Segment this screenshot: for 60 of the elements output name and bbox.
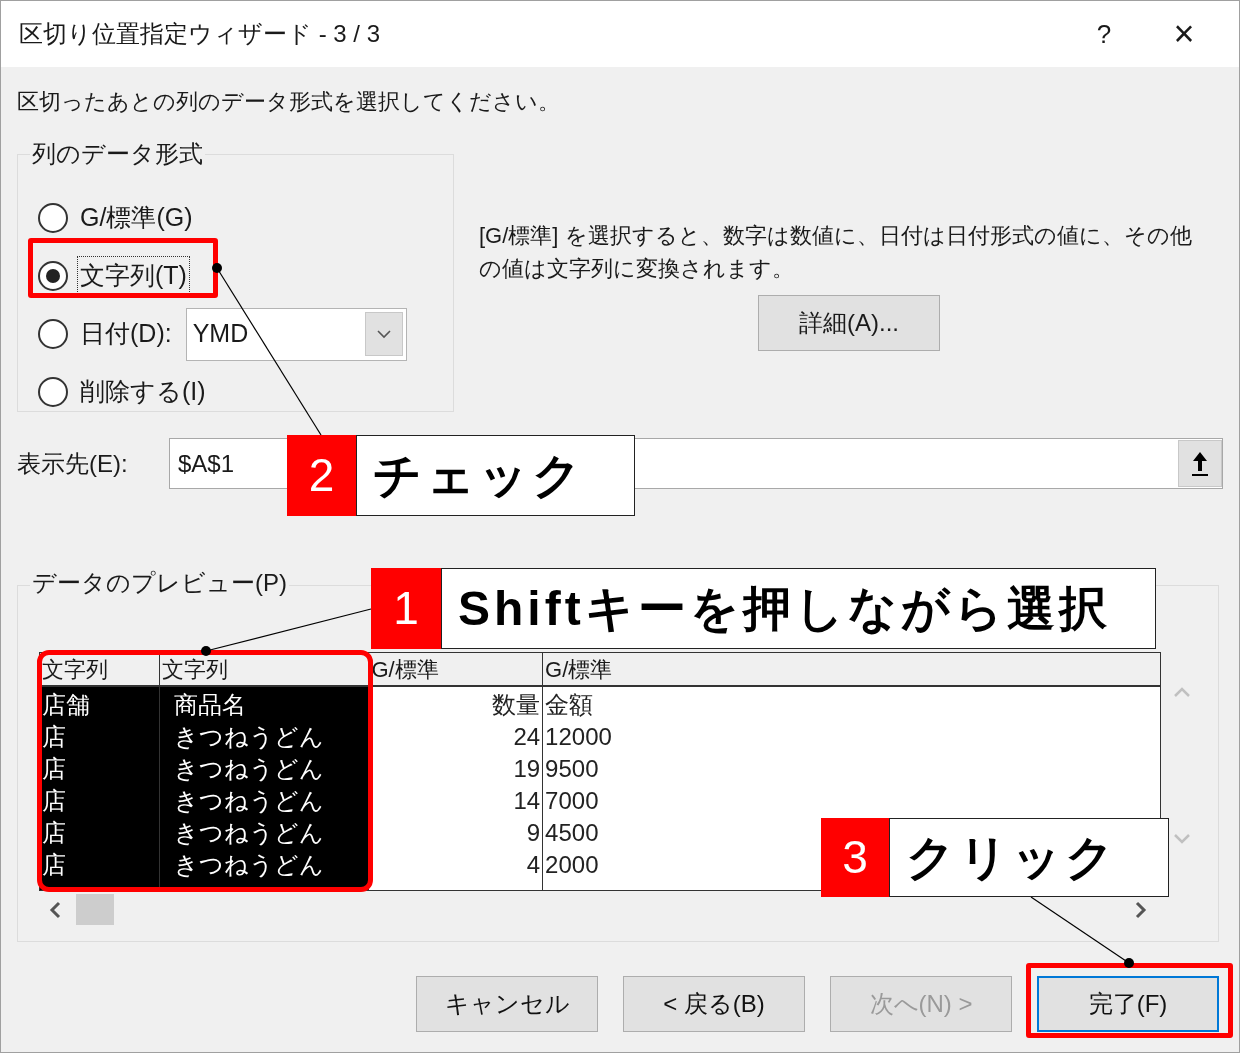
radio-label[interactable]: G/標準(G) (78, 199, 195, 237)
table-cell-text: 店舗 (42, 690, 90, 720)
dialog-button[interactable]: キャンセル (416, 976, 598, 1032)
scroll-right-icon[interactable] (1134, 900, 1148, 919)
table-cell-text: 9 (526, 818, 541, 848)
table-cell-text: 12000 (545, 722, 612, 752)
column-format-header[interactable]: 文字列 (40, 653, 159, 687)
window-title: 区切り位置指定ウィザード - 3 / 3 (19, 19, 382, 49)
table-cell-text: 7000 (545, 786, 599, 816)
dialog-button[interactable]: < 戻る(B) (623, 976, 805, 1032)
table-cell-text: 店 (42, 850, 66, 880)
column-format-header[interactable]: G/標準 (369, 653, 543, 687)
table-cell-text: きつねうどん (173, 722, 324, 752)
radio-button[interactable] (38, 377, 68, 407)
selected-column[interactable]: 店舗 店 店 店 店 店 (40, 687, 159, 890)
table-cell-text: きつねうどん (173, 786, 324, 816)
selected-column[interactable]: 商品名 きつねうどん きつねうどん きつねうどん きつねうどん きつねうどん (159, 687, 369, 890)
collapse-dialog-button[interactable] (1178, 440, 1222, 487)
close-button[interactable]: × (1159, 7, 1209, 61)
table-cell-text: 14 (513, 786, 541, 816)
radio-label[interactable]: 文字列(T) (78, 257, 189, 295)
dropdown-value: YMD (191, 318, 250, 350)
table-cell-text: 店 (42, 786, 66, 816)
table-cell-text: 数量 (492, 690, 541, 720)
field-value: $A$1 (178, 448, 235, 479)
step-callout-overlay: 2 チェック (287, 435, 635, 516)
radio-button[interactable] (38, 319, 68, 349)
column-format-header[interactable]: 文字列 (159, 653, 369, 687)
table-cell-text: 店 (42, 754, 66, 784)
table-cell-text: 金額 (545, 690, 594, 720)
table-cell-text: 店 (42, 722, 66, 752)
description-text: [G/標準] を選択すると、数字は数値に、日付は日付形式の値に、その他の値は文字列に変換されます。 (479, 222, 1193, 283)
radio-button[interactable] (38, 203, 68, 233)
radio-button[interactable] (38, 261, 68, 291)
table-cell-text: 4500 (545, 818, 599, 848)
table-cell-text: きつねうどん (173, 850, 324, 880)
scroll-left-icon[interactable] (48, 900, 62, 919)
table-cell-text: 24 (513, 722, 541, 752)
radio-label[interactable]: 削除する(I) (78, 373, 208, 411)
date-format-dropdown[interactable]: YMD (185, 307, 407, 361)
table-cell-text: 商品名 (173, 690, 246, 720)
scroll-thumb[interactable] (76, 894, 114, 925)
instruction-text: 区切ったあとの列のデータ形式を選択してください。 (17, 88, 561, 116)
destination-label: 表示先(E): (17, 448, 129, 479)
table-cell-text: 9500 (545, 754, 599, 784)
table-cell-text: きつねうどん (173, 818, 324, 848)
dialog-button[interactable]: 完了(F) (1037, 976, 1219, 1032)
table-cell-text: 店 (42, 818, 66, 848)
help-button[interactable]: ? (1079, 14, 1129, 54)
table-cell-text: 4 (526, 850, 541, 880)
step-callout-overlay: 3 クリック (821, 818, 1169, 897)
group-title: データのプレビュー(P) (30, 568, 289, 598)
column-format-header[interactable]: G/標準 (543, 653, 1160, 687)
table-cell-text: きつねうどん (173, 754, 324, 784)
step-callout-overlay: 1 Shiftキーを押しながら選択 (371, 568, 1156, 649)
radio-label[interactable]: 日付(D): (78, 315, 174, 353)
table-cell-text: 19 (513, 754, 541, 784)
table-cell-text: 2000 (545, 850, 599, 880)
group-title: 列のデータ形式 (30, 139, 205, 169)
details-button[interactable]: 詳細(A)... (758, 295, 940, 351)
